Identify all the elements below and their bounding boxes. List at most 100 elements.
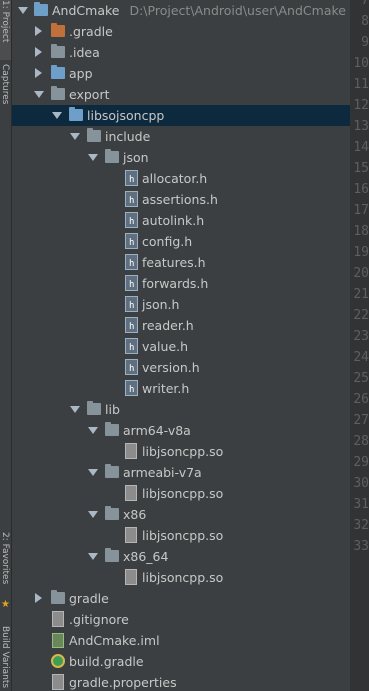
tree-item-label: app <box>69 66 93 81</box>
build-variants-tool-tab[interactable]: Build Variants <box>0 626 11 691</box>
chevron-down-icon[interactable] <box>70 133 80 140</box>
root-name: AndCmake <box>52 3 120 18</box>
tree-item-label: gradle <box>69 591 109 606</box>
chevron-down-icon[interactable] <box>70 406 80 413</box>
tree-item-label: assertions.h <box>142 192 218 207</box>
tree-item-label: build.gradle <box>69 654 144 669</box>
tree-item-armeabi-v7a[interactable]: armeabi-v7a <box>12 462 350 483</box>
tree-item-reader-h[interactable]: reader.h <box>12 315 350 338</box>
header-file-icon <box>125 275 138 296</box>
tree-item-label: gradle.properties <box>69 675 177 690</box>
tree-item-libjsoncpp-so[interactable]: libjsoncpp.so <box>12 567 350 588</box>
tree-item-label: libjsoncpp.so <box>142 570 224 585</box>
tree-item-x86-64[interactable]: x86_64 <box>12 546 350 567</box>
tree-item-label: allocator.h <box>142 171 208 186</box>
tree-item-gradle-properties[interactable]: gradle.properties <box>12 672 350 691</box>
header-file-icon <box>125 338 138 359</box>
tree-item-libjsoncpp-so[interactable]: libjsoncpp.so <box>12 483 350 504</box>
module-folder-icon <box>51 65 65 79</box>
captures-tool-tab[interactable]: Captures <box>0 64 11 144</box>
header-file-icon <box>125 212 138 233</box>
line-number: 14 <box>353 140 369 155</box>
tree-item-app[interactable]: app <box>12 63 350 84</box>
tree-item-label: reader.h <box>142 318 194 333</box>
line-number: 23 <box>353 329 369 344</box>
line-number: 9 <box>361 35 369 50</box>
header-file-icon <box>125 254 138 275</box>
tree-item-include[interactable]: include <box>12 126 350 147</box>
tree-item-lib[interactable]: lib <box>12 399 350 420</box>
folder-icon <box>105 548 119 562</box>
project-tool-tab-label: 1: Project <box>0 0 10 43</box>
favorites-tool-tab[interactable]: 2: Favorites ★ <box>0 532 11 622</box>
chevron-right-icon[interactable] <box>35 26 42 36</box>
tree-item-libjsoncpp-so[interactable]: libjsoncpp.so <box>12 441 350 462</box>
tree-item-libsojsoncpp[interactable]: libsojsoncpp <box>12 105 350 126</box>
chevron-down-icon[interactable] <box>88 511 98 518</box>
tree-item-label: libjsoncpp.so <box>142 528 224 543</box>
tree-item-features-h[interactable]: features.h <box>12 252 350 275</box>
tree-item-value-h[interactable]: value.h <box>12 336 350 359</box>
tree-item-idea[interactable]: .idea <box>12 42 350 63</box>
tree-item-label: .gitignore <box>69 612 129 627</box>
header-file-icon <box>125 191 138 212</box>
tree-item-label: libjsoncpp.so <box>142 486 224 501</box>
tree-item-label: forwards.h <box>142 276 209 291</box>
tree-item-gitignore[interactable]: .gitignore <box>12 609 350 630</box>
line-number: 18 <box>353 224 369 239</box>
module-folder-icon <box>34 2 48 16</box>
tree-root-andcmake[interactable]: AndCmake D:\Project\Android\user\AndCmake <box>12 0 350 21</box>
folder-icon <box>87 128 101 142</box>
chevron-right-icon[interactable] <box>35 47 42 57</box>
tree-item-version-h[interactable]: version.h <box>12 357 350 380</box>
tree-item-allocator-h[interactable]: allocator.h <box>12 168 350 191</box>
folder-icon <box>87 401 101 415</box>
chevron-down-icon[interactable] <box>88 154 98 161</box>
file-icon <box>125 569 137 585</box>
project-tree: AndCmake D:\Project\Android\user\AndCmake… <box>12 0 350 691</box>
tree-item-assertions-h[interactable]: assertions.h <box>12 189 350 212</box>
tree-item-forwards-h[interactable]: forwards.h <box>12 273 350 296</box>
tree-item-label: armeabi-v7a <box>123 465 202 480</box>
chevron-down-icon[interactable] <box>52 112 62 119</box>
chevron-right-icon[interactable] <box>35 593 42 603</box>
tree-item-json-h[interactable]: json.h <box>12 294 350 317</box>
chevron-down-icon[interactable] <box>88 427 98 434</box>
chevron-down-icon[interactable] <box>18 7 28 14</box>
tree-item-label: .idea <box>69 45 100 60</box>
tree-item-libjsoncpp-so[interactable]: libjsoncpp.so <box>12 525 350 546</box>
root-path: D:\Project\Android\user\AndCmake <box>129 3 346 18</box>
tree-item-writer-h[interactable]: writer.h <box>12 378 350 401</box>
line-number: 33 <box>353 539 369 554</box>
tree-item-gradle-dir[interactable]: .gradle <box>12 21 350 42</box>
tree-item-label: x86_64 <box>123 549 169 564</box>
chevron-right-icon[interactable] <box>35 68 42 78</box>
star-icon: ★ <box>1 599 10 610</box>
tree-item-label: version.h <box>142 360 200 375</box>
line-number: 21 <box>353 287 369 302</box>
chevron-down-icon[interactable] <box>88 469 98 476</box>
text-file-icon <box>52 611 64 627</box>
chevron-down-icon[interactable] <box>88 553 98 560</box>
tree-item-gradle[interactable]: gradle <box>12 588 350 609</box>
line-number: 11 <box>353 77 369 92</box>
line-number: 13 <box>353 119 369 134</box>
tree-item-x86[interactable]: x86 <box>12 504 350 525</box>
tree-item-label: autolink.h <box>142 213 205 228</box>
line-number-gutter: 7 8 9 10 11 12 13 14 15 16 17 18 19 20 2… <box>350 0 369 691</box>
folder-icon <box>105 149 119 163</box>
tree-item-autolink-h[interactable]: autolink.h <box>12 210 350 233</box>
tree-item-andcmake-iml[interactable]: AndCmake.iml <box>12 630 350 651</box>
tree-item-build-gradle[interactable]: build.gradle <box>12 651 350 672</box>
tree-item-arm64-v8a[interactable]: arm64-v8a <box>12 420 350 441</box>
header-file-icon <box>125 296 138 317</box>
tree-item-json[interactable]: json <box>12 147 350 168</box>
properties-file-icon <box>52 674 64 690</box>
tree-item-export[interactable]: export <box>12 84 350 105</box>
chevron-down-icon[interactable] <box>34 91 44 98</box>
project-tool-tab[interactable]: 1: Project <box>0 0 11 60</box>
tree-item-config-h[interactable]: config.h <box>12 231 350 254</box>
file-icon <box>125 443 137 459</box>
folder-icon <box>51 23 65 37</box>
favorites-tool-tab-label: 2: Favorites <box>0 532 10 585</box>
